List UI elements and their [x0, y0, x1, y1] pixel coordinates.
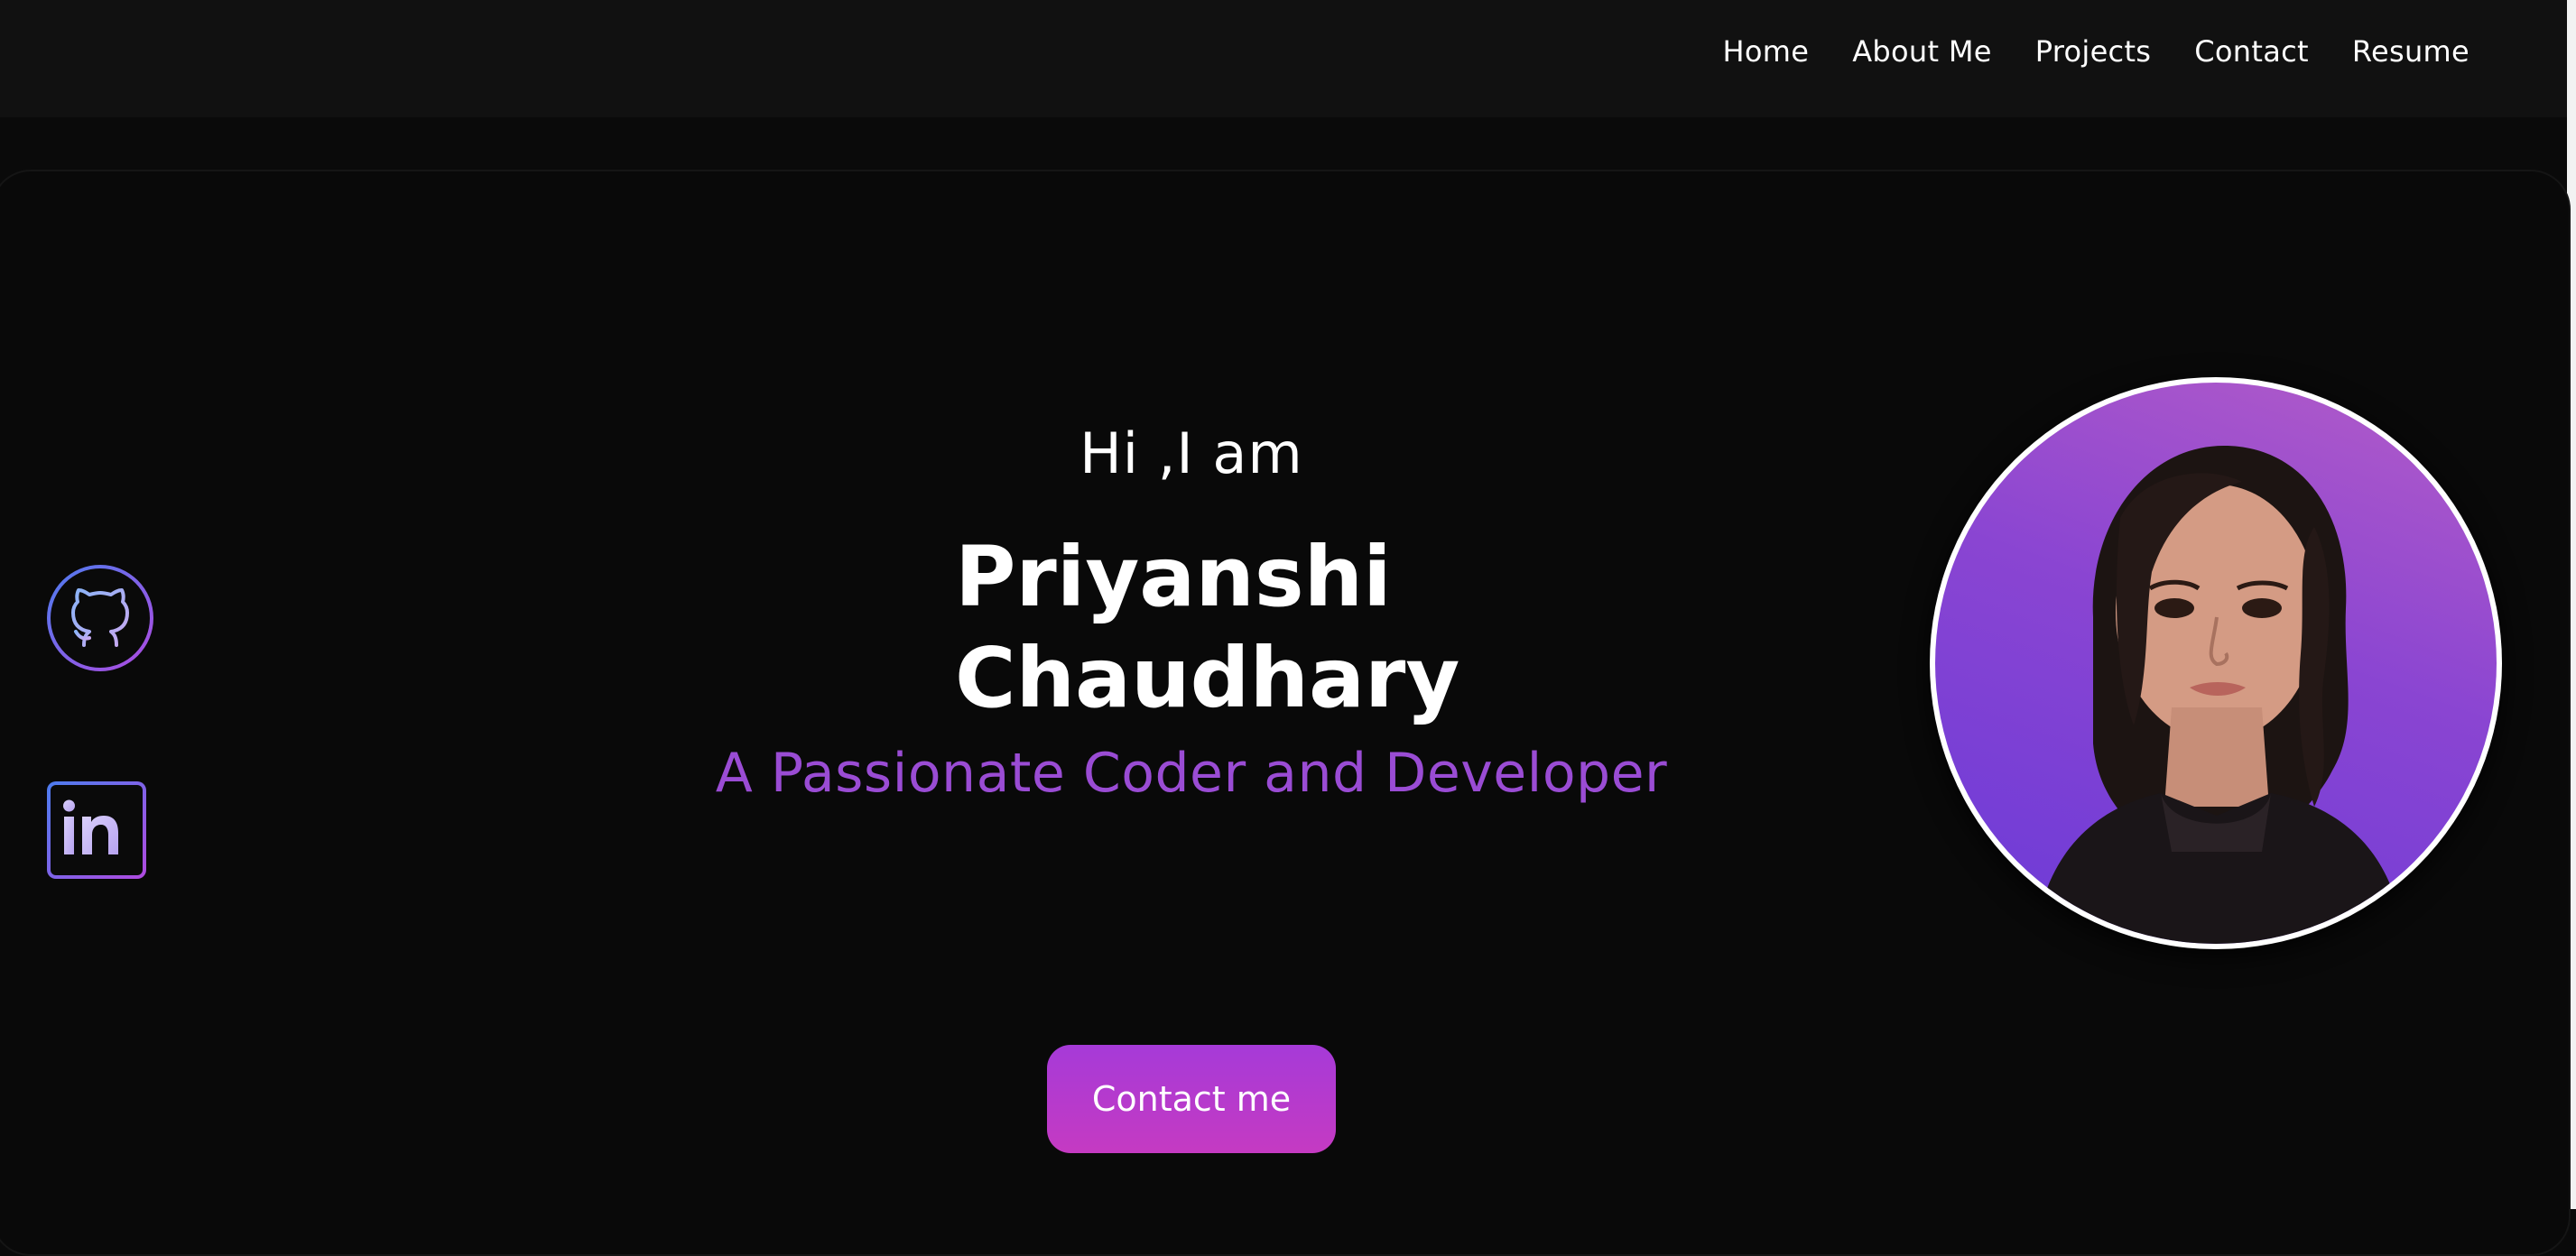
profile-portrait-illustration [2034, 446, 2405, 944]
hero-name: Priyanshi Chaudhary [955, 527, 1496, 729]
profile-photo [1935, 383, 2497, 944]
nav-link-projects[interactable]: Projects [2035, 34, 2152, 69]
nav-links: Home About Me Projects Contact Resume [1723, 0, 2469, 103]
top-navbar: Home About Me Projects Contact Resume [0, 0, 2567, 117]
nav-link-contact[interactable]: Contact [2194, 34, 2309, 69]
github-link[interactable] [47, 565, 153, 671]
contact-me-button[interactable]: Contact me [1047, 1045, 1336, 1153]
hero-name-last: Chaudhary [955, 630, 1460, 726]
hero-tagline: A Passionate Coder and Developer [715, 742, 1668, 805]
github-icon [71, 588, 129, 647]
hero-greeting: Hi ,I am [1080, 420, 1303, 486]
nav-link-about-me[interactable]: About Me [1852, 34, 1991, 69]
hero-name-first: Priyanshi [955, 529, 1392, 625]
nav-link-home[interactable]: Home [1723, 34, 1810, 69]
nav-link-resume[interactable]: Resume [2352, 34, 2469, 69]
linkedin-icon [63, 799, 118, 854]
linkedin-link[interactable] [47, 781, 146, 879]
profile-photo-frame [1930, 377, 2502, 949]
